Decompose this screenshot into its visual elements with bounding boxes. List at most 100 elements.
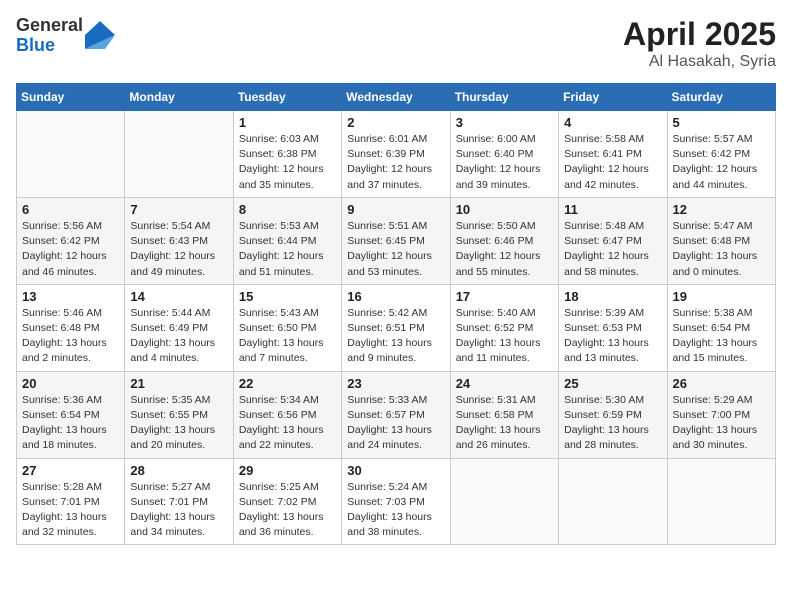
day-detail: Sunrise: 6:00 AMSunset: 6:40 PMDaylight:… xyxy=(456,132,553,193)
calendar-cell: 15 Sunrise: 5:43 AMSunset: 6:50 PMDayligh… xyxy=(233,284,341,371)
day-number: 27 xyxy=(22,463,119,478)
day-detail: Sunrise: 5:28 AMSunset: 7:01 PMDaylight:… xyxy=(22,480,119,541)
day-detail: Sunrise: 5:51 AMSunset: 6:45 PMDaylight:… xyxy=(347,219,444,280)
logo-general: General xyxy=(16,16,83,36)
day-detail: Sunrise: 5:35 AMSunset: 6:55 PMDaylight:… xyxy=(130,393,227,454)
day-number: 10 xyxy=(456,202,553,217)
weekday-header: Wednesday xyxy=(342,84,450,111)
calendar-cell xyxy=(559,458,667,545)
calendar-cell: 4 Sunrise: 5:58 AMSunset: 6:41 PMDaylight… xyxy=(559,111,667,198)
calendar-cell: 13Sunrise: 5:46 AMSunset: 6:48 PMDayligh… xyxy=(17,284,125,371)
weekday-header: Thursday xyxy=(450,84,558,111)
day-number: 20 xyxy=(22,376,119,391)
day-detail: Sunrise: 5:30 AMSunset: 6:59 PMDaylight:… xyxy=(564,393,661,454)
day-number: 7 xyxy=(130,202,227,217)
calendar-week-row: 13Sunrise: 5:46 AMSunset: 6:48 PMDayligh… xyxy=(17,284,776,371)
day-number: 1 xyxy=(239,115,336,130)
logo: General Blue xyxy=(16,16,115,56)
calendar-cell: 12 Sunrise: 5:47 AMSunset: 6:48 PMDayligh… xyxy=(667,197,775,284)
location-title: Al Hasakah, Syria xyxy=(623,53,776,71)
calendar-cell xyxy=(667,458,775,545)
calendar-cell: 18Sunrise: 5:39 AMSunset: 6:53 PMDayligh… xyxy=(559,284,667,371)
calendar-cell: 27 Sunrise: 5:28 AMSunset: 7:01 PMDayligh… xyxy=(17,458,125,545)
day-detail: Sunrise: 5:54 AMSunset: 6:43 PMDaylight:… xyxy=(130,219,227,280)
calendar-week-row: 6 Sunrise: 5:56 AMSunset: 6:42 PMDaylight… xyxy=(17,197,776,284)
day-number: 12 xyxy=(673,202,770,217)
calendar-cell: 30Sunrise: 5:24 AMSunset: 7:03 PMDayligh… xyxy=(342,458,450,545)
calendar-cell: 8 Sunrise: 5:53 AMSunset: 6:44 PMDaylight… xyxy=(233,197,341,284)
calendar-cell xyxy=(17,111,125,198)
day-number: 23 xyxy=(347,376,444,391)
day-detail: Sunrise: 5:48 AMSunset: 6:47 PMDaylight:… xyxy=(564,219,661,280)
day-detail: Sunrise: 5:44 AMSunset: 6:49 PMDaylight:… xyxy=(130,306,227,367)
day-number: 22 xyxy=(239,376,336,391)
day-detail: Sunrise: 5:57 AMSunset: 6:42 PMDaylight:… xyxy=(673,132,770,193)
calendar-cell: 1 Sunrise: 6:03 AMSunset: 6:38 PMDaylight… xyxy=(233,111,341,198)
calendar-cell: 10 Sunrise: 5:50 AMSunset: 6:46 PMDayligh… xyxy=(450,197,558,284)
calendar-cell: 14 Sunrise: 5:44 AMSunset: 6:49 PMDayligh… xyxy=(125,284,233,371)
day-detail: Sunrise: 5:36 AMSunset: 6:54 PMDaylight:… xyxy=(22,393,119,454)
day-detail: Sunrise: 6:03 AMSunset: 6:38 PMDaylight:… xyxy=(239,132,336,193)
day-number: 28 xyxy=(130,463,227,478)
calendar-cell: 11 Sunrise: 5:48 AMSunset: 6:47 PMDayligh… xyxy=(559,197,667,284)
day-number: 15 xyxy=(239,289,336,304)
calendar-cell: 25Sunrise: 5:30 AMSunset: 6:59 PMDayligh… xyxy=(559,371,667,458)
weekday-header: Friday xyxy=(559,84,667,111)
day-number: 16 xyxy=(347,289,444,304)
day-detail: Sunrise: 5:25 AMSunset: 7:02 PMDaylight:… xyxy=(239,480,336,541)
day-number: 24 xyxy=(456,376,553,391)
day-number: 14 xyxy=(130,289,227,304)
calendar-table: SundayMondayTuesdayWednesdayThursdayFrid… xyxy=(16,83,776,545)
calendar-cell xyxy=(450,458,558,545)
day-detail: Sunrise: 5:34 AMSunset: 6:56 PMDaylight:… xyxy=(239,393,336,454)
month-title: April 2025 xyxy=(623,16,776,53)
calendar-cell: 23 Sunrise: 5:33 AMSunset: 6:57 PMDayligh… xyxy=(342,371,450,458)
weekday-header: Sunday xyxy=(17,84,125,111)
day-number: 18 xyxy=(564,289,661,304)
calendar-week-row: 27 Sunrise: 5:28 AMSunset: 7:01 PMDayligh… xyxy=(17,458,776,545)
calendar-week-row: 1 Sunrise: 6:03 AMSunset: 6:38 PMDaylight… xyxy=(17,111,776,198)
title-block: April 2025 Al Hasakah, Syria xyxy=(623,16,776,71)
calendar-cell: 9Sunrise: 5:51 AMSunset: 6:45 PMDaylight… xyxy=(342,197,450,284)
day-number: 6 xyxy=(22,202,119,217)
calendar-cell: 22 Sunrise: 5:34 AMSunset: 6:56 PMDayligh… xyxy=(233,371,341,458)
day-number: 26 xyxy=(673,376,770,391)
weekday-header: Saturday xyxy=(667,84,775,111)
calendar-cell: 17Sunrise: 5:40 AMSunset: 6:52 PMDayligh… xyxy=(450,284,558,371)
logo-icon xyxy=(85,21,115,49)
day-detail: Sunrise: 5:31 AMSunset: 6:58 PMDaylight:… xyxy=(456,393,553,454)
day-detail: Sunrise: 5:58 AMSunset: 6:41 PMDaylight:… xyxy=(564,132,661,193)
day-detail: Sunrise: 5:27 AMSunset: 7:01 PMDaylight:… xyxy=(130,480,227,541)
calendar-cell: 7 Sunrise: 5:54 AMSunset: 6:43 PMDaylight… xyxy=(125,197,233,284)
day-detail: Sunrise: 6:01 AMSunset: 6:39 PMDaylight:… xyxy=(347,132,444,193)
day-detail: Sunrise: 5:42 AMSunset: 6:51 PMDaylight:… xyxy=(347,306,444,367)
day-detail: Sunrise: 5:40 AMSunset: 6:52 PMDaylight:… xyxy=(456,306,553,367)
day-number: 8 xyxy=(239,202,336,217)
calendar-cell: 28 Sunrise: 5:27 AMSunset: 7:01 PMDayligh… xyxy=(125,458,233,545)
logo-text: General Blue xyxy=(16,16,83,56)
calendar-cell: 5Sunrise: 5:57 AMSunset: 6:42 PMDaylight… xyxy=(667,111,775,198)
day-detail: Sunrise: 5:38 AMSunset: 6:54 PMDaylight:… xyxy=(673,306,770,367)
calendar-cell: 3Sunrise: 6:00 AMSunset: 6:40 PMDaylight… xyxy=(450,111,558,198)
day-number: 4 xyxy=(564,115,661,130)
calendar-cell: 19Sunrise: 5:38 AMSunset: 6:54 PMDayligh… xyxy=(667,284,775,371)
day-detail: Sunrise: 5:29 AMSunset: 7:00 PMDaylight:… xyxy=(673,393,770,454)
day-number: 21 xyxy=(130,376,227,391)
calendar-cell: 26 Sunrise: 5:29 AMSunset: 7:00 PMDayligh… xyxy=(667,371,775,458)
calendar-cell: 20 Sunrise: 5:36 AMSunset: 6:54 PMDayligh… xyxy=(17,371,125,458)
day-number: 2 xyxy=(347,115,444,130)
day-detail: Sunrise: 5:53 AMSunset: 6:44 PMDaylight:… xyxy=(239,219,336,280)
weekday-header: Tuesday xyxy=(233,84,341,111)
day-detail: Sunrise: 5:56 AMSunset: 6:42 PMDaylight:… xyxy=(22,219,119,280)
day-detail: Sunrise: 5:33 AMSunset: 6:57 PMDaylight:… xyxy=(347,393,444,454)
calendar-cell: 16 Sunrise: 5:42 AMSunset: 6:51 PMDayligh… xyxy=(342,284,450,371)
logo-blue: Blue xyxy=(16,36,83,56)
day-detail: Sunrise: 5:47 AMSunset: 6:48 PMDaylight:… xyxy=(673,219,770,280)
day-detail: Sunrise: 5:43 AMSunset: 6:50 PMDaylight:… xyxy=(239,306,336,367)
calendar-cell: 21 Sunrise: 5:35 AMSunset: 6:55 PMDayligh… xyxy=(125,371,233,458)
calendar-cell: 6 Sunrise: 5:56 AMSunset: 6:42 PMDaylight… xyxy=(17,197,125,284)
calendar-cell: 29Sunrise: 5:25 AMSunset: 7:02 PMDayligh… xyxy=(233,458,341,545)
day-detail: Sunrise: 5:50 AMSunset: 6:46 PMDaylight:… xyxy=(456,219,553,280)
day-detail: Sunrise: 5:46 AMSunset: 6:48 PMDaylight:… xyxy=(22,306,119,367)
day-number: 11 xyxy=(564,202,661,217)
